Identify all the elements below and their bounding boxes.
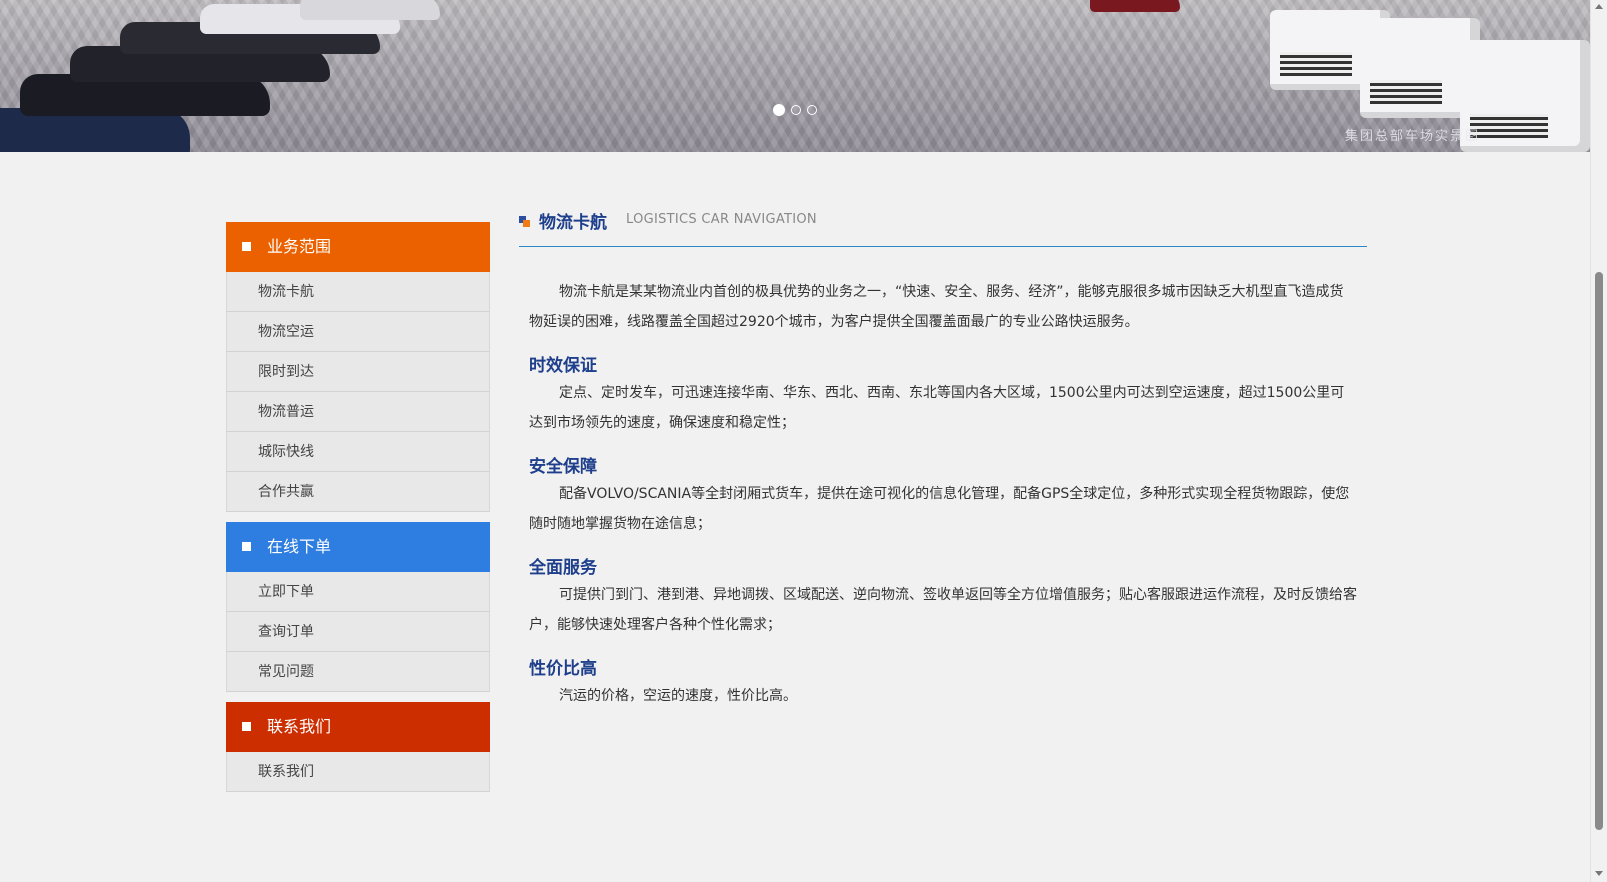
- banner-caption: 集团总部车场实景图: [1344, 129, 1480, 144]
- sidebar-item-faq[interactable]: 常见问题: [226, 652, 490, 692]
- section-heading: 性价比高: [529, 659, 597, 679]
- scroll-thumb[interactable]: [1595, 272, 1603, 830]
- sidebar-item-place-order[interactable]: 立即下单: [226, 572, 490, 612]
- sidebar-group-business: 业务范围 物流卡航 物流空运 限时到达 物流普运 城际快线 合作共赢: [226, 222, 490, 512]
- truck-grille: [1370, 80, 1442, 104]
- sidebar-group-order: 在线下单 立即下单 查询订单 常见问题: [226, 522, 490, 692]
- sidebar-group-contact: 联系我们 联系我们: [226, 702, 490, 792]
- sidebar-item-standard-freight[interactable]: 物流普运: [226, 392, 490, 432]
- section-heading: 全面服务: [529, 558, 597, 578]
- section-text: 汽运的价格，空运的速度，性价比高。: [559, 688, 797, 704]
- sidebar-item-track-order[interactable]: 查询订单: [226, 612, 490, 652]
- sidebar: 业务范围 物流卡航 物流空运 限时到达 物流普运 城际快线 合作共赢 在线下单 …: [226, 222, 490, 802]
- sidebar-item-partnership[interactable]: 合作共赢: [226, 472, 490, 512]
- section-text: 可提供门到门、港到港、异地调拨、区域配送、逆向物流、签收单返回等全方位增值服务；…: [529, 587, 1357, 633]
- title-squares-icon: [519, 216, 530, 227]
- sidebar-head-label: 业务范围: [267, 237, 332, 256]
- sidebar-head-label: 联系我们: [267, 717, 332, 736]
- section-heading: 安全保障: [529, 457, 597, 477]
- page-title: 物流卡航: [539, 213, 607, 233]
- truck-grille: [1280, 52, 1352, 76]
- scroll-down-icon[interactable]: [1595, 871, 1603, 876]
- sidebar-head-business[interactable]: 业务范围: [226, 222, 490, 272]
- sidebar-item-truck-line[interactable]: 物流卡航: [226, 272, 490, 312]
- content-body: 物流卡航是某某物流业内首创的极具优势的业务之一，“快速、安全、服务、经济”，能够…: [519, 247, 1367, 711]
- scroll-up-icon[interactable]: [1595, 4, 1603, 9]
- intro-paragraph: 物流卡航是某某物流业内首创的极具优势的业务之一，“快速、安全、服务、经济”，能够…: [529, 284, 1344, 330]
- carousel-dots: [0, 104, 1590, 116]
- square-bullet-icon: [242, 722, 251, 731]
- section-text: 配备VOLVO/SCANIA等全封闭厢式货车，提供在途可视化的信息化管理，配备G…: [529, 486, 1350, 532]
- truck-grille: [1470, 114, 1548, 138]
- section-text: 定点、定时发车，可迅速连接华南、华东、西北、西南、东北等国内各大区域，1500公…: [529, 385, 1345, 431]
- square-bullet-icon: [242, 242, 251, 251]
- page-scrollbar[interactable]: [1590, 0, 1607, 882]
- sidebar-item-air-freight[interactable]: 物流空运: [226, 312, 490, 352]
- sidebar-item-contact-us[interactable]: 联系我们: [226, 752, 490, 792]
- carousel-dot-2[interactable]: [791, 105, 801, 115]
- carousel-dot-3[interactable]: [807, 105, 817, 115]
- sidebar-head-label: 在线下单: [267, 537, 332, 556]
- section-heading: 时效保证: [529, 356, 597, 376]
- sidebar-item-intercity-express[interactable]: 城际快线: [226, 432, 490, 472]
- sidebar-item-time-definite[interactable]: 限时到达: [226, 352, 490, 392]
- hero-banner: 集团总部车场实景图: [0, 0, 1590, 152]
- sidebar-head-order[interactable]: 在线下单: [226, 522, 490, 572]
- sidebar-head-contact[interactable]: 联系我们: [226, 702, 490, 752]
- banner-car: [300, 0, 440, 20]
- square-bullet-icon: [242, 542, 251, 551]
- main-content: 物流卡航 LOGISTICS CAR NAVIGATION 物流卡航是某某物流业…: [519, 208, 1367, 711]
- page: 集团总部车场实景图 业务范围 物流卡航 物流空运 限时到达 物流普运 城际快线 …: [0, 0, 1590, 882]
- banner-car: [1090, 0, 1180, 12]
- content-title-bar: 物流卡航 LOGISTICS CAR NAVIGATION: [519, 208, 1367, 247]
- page-title-english: LOGISTICS CAR NAVIGATION: [626, 212, 817, 227]
- carousel-dot-1[interactable]: [773, 104, 785, 116]
